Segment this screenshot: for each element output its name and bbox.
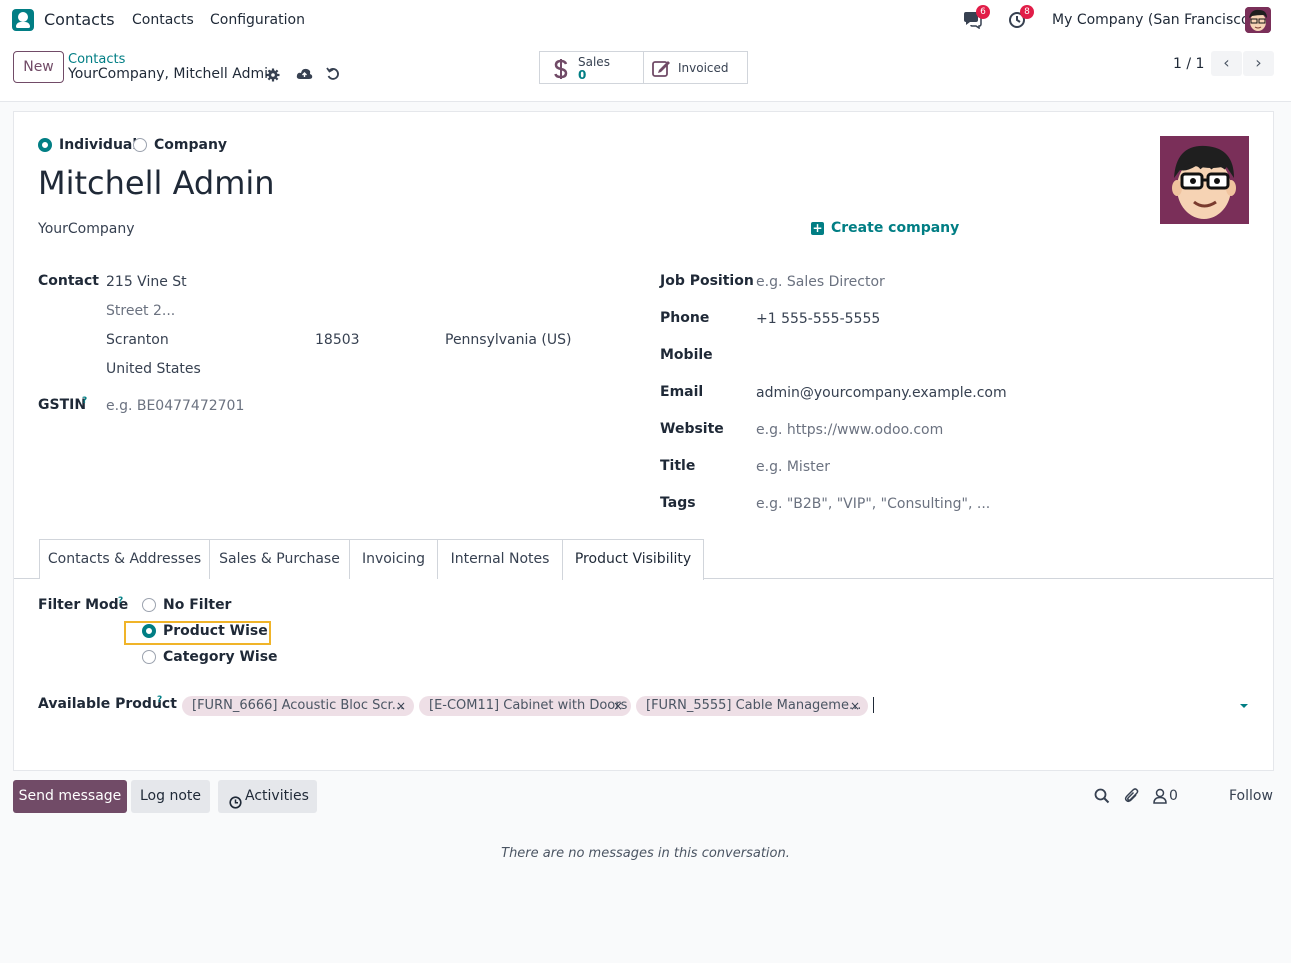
user-icon[interactable] (1153, 788, 1167, 808)
contact-name[interactable]: Mitchell Admin (38, 164, 275, 202)
remove-tag-icon[interactable]: × (396, 696, 406, 716)
tags-field[interactable]: e.g. "B2B", "VIP", "Consulting", ... (756, 496, 990, 512)
paperclip-icon[interactable] (1124, 787, 1140, 808)
title-field[interactable]: e.g. Mister (756, 459, 830, 475)
pager-value[interactable]: 1 / 1 (1173, 56, 1204, 72)
new-button[interactable]: New (13, 51, 64, 83)
sales-label: Sales (578, 55, 610, 69)
create-company-link[interactable]: Create company (831, 220, 959, 236)
dropdown-caret-icon[interactable] (1240, 704, 1248, 708)
product-tag: [FURN_6666] Acoustic Bloc Scr... (182, 696, 414, 716)
contact-avatar[interactable] (1160, 136, 1249, 224)
product-wise-label[interactable]: Product Wise (163, 623, 268, 639)
product-tag: [FURN_5555] Cable Manageme... (636, 696, 868, 716)
street-field[interactable]: 215 Vine St (106, 274, 187, 290)
search-icon[interactable] (1094, 788, 1110, 808)
menu-contacts[interactable]: Contacts (132, 12, 194, 28)
category-wise-label[interactable]: Category Wise (163, 649, 278, 665)
category-wise-radio[interactable] (142, 650, 156, 664)
remove-tag-icon[interactable]: × (850, 696, 860, 716)
title-label: Title (660, 458, 696, 474)
filter-mode-label: Filter Mode (38, 597, 129, 613)
city-field[interactable]: Scranton (106, 332, 169, 348)
gstin-help[interactable]: ? (82, 396, 87, 406)
tab-sales-purchase[interactable]: Sales & Purchase (209, 539, 350, 579)
followers-count[interactable]: 0 (1169, 788, 1178, 804)
tab-contacts-addresses[interactable]: Contacts & Addresses (39, 539, 210, 579)
send-message-button[interactable]: Send message (13, 780, 127, 813)
chevron-right-icon[interactable]: › (1243, 51, 1274, 76)
company-field[interactable]: YourCompany (38, 221, 135, 237)
address-label: Contact (38, 273, 99, 289)
tab-internal-notes[interactable]: Internal Notes (437, 539, 563, 579)
product-tag-label: [E-COM11] Cabinet with Doors (429, 698, 628, 713)
state-field[interactable]: Pennsylvania (US) (445, 332, 572, 348)
phone-field[interactable]: +1 555-555-5555 (756, 311, 880, 327)
dollar-icon (554, 58, 568, 84)
zip-field[interactable]: 18503 (315, 332, 360, 348)
activities-button[interactable]: Activities (218, 780, 317, 813)
follow-button[interactable]: Follow (1229, 788, 1273, 804)
user-avatar[interactable] (1245, 7, 1271, 33)
empty-conversation-message: There are no messages in this conversati… (501, 846, 790, 861)
type-company-label[interactable]: Company (154, 137, 227, 153)
type-individual-radio[interactable] (38, 138, 52, 152)
email-label: Email (660, 384, 704, 400)
remove-tag-icon[interactable]: × (613, 696, 623, 716)
phone-label: Phone (660, 310, 710, 326)
type-individual-label[interactable]: Individual (59, 137, 137, 153)
tags-label: Tags (660, 495, 696, 511)
website-field[interactable]: e.g. https://www.odoo.com (756, 422, 943, 438)
email-field[interactable]: admin@yourcompany.example.com (756, 385, 1007, 401)
menu-configuration[interactable]: Configuration (210, 12, 305, 28)
clock-circle-icon (229, 789, 242, 821)
form-sheet: Individual Company Mitchell Admin YourCo… (13, 111, 1274, 771)
product-tag: [E-COM11] Cabinet with Doors (419, 696, 631, 716)
product-tag-label: [FURN_6666] Acoustic Bloc Scr... (192, 698, 405, 713)
tab-invoicing[interactable]: Invoicing (349, 539, 438, 579)
company-switcher[interactable]: My Company (San Francisco) (1052, 12, 1255, 28)
gstin-field[interactable]: e.g. BE0477472701 (106, 398, 244, 414)
activities-label: Activities (245, 788, 309, 804)
sales-value: 0 (578, 68, 587, 82)
website-label: Website (660, 421, 724, 437)
country-field[interactable]: United States (106, 361, 201, 377)
product-input-cursor[interactable] (873, 697, 874, 713)
type-company-radio[interactable] (133, 138, 147, 152)
gstin-label: GSTIN (38, 397, 87, 413)
mobile-label: Mobile (660, 347, 713, 363)
activities-badge: 8 (1020, 5, 1034, 19)
product-wise-radio[interactable] (142, 624, 156, 638)
job-position-label: Job Position (660, 273, 754, 289)
job-position-field[interactable]: e.g. Sales Director (756, 274, 885, 290)
cloud-upload-icon[interactable] (296, 67, 313, 85)
invoice-icon (652, 59, 672, 81)
product-tag-label: [FURN_5555] Cable Manageme... (646, 698, 862, 713)
street2-field[interactable]: Street 2... (106, 303, 175, 319)
control-panel: New Contacts YourCompany, Mitchell Admin… (0, 40, 1291, 102)
clock-icon[interactable]: 8 (1008, 5, 1034, 29)
plus-square-icon: + (811, 221, 824, 235)
available-product-help[interactable]: ? (157, 695, 162, 705)
invoiced-label: Invoiced (678, 61, 729, 75)
tab-product-visibility[interactable]: Product Visibility (562, 539, 704, 580)
mobile-field[interactable] (756, 347, 1236, 367)
sales-smart-button[interactable]: Sales 0 (539, 51, 644, 84)
breadcrumb-current: YourCompany, Mitchell Admin (68, 66, 277, 82)
gear-icon[interactable] (266, 68, 280, 86)
top-navbar: Contacts Contacts Configuration 6 8 My C… (0, 0, 1291, 40)
log-note-button[interactable]: Log note (131, 780, 210, 813)
chevron-left-icon[interactable]: ‹ (1211, 51, 1242, 76)
undo-icon[interactable] (326, 67, 340, 85)
app-name[interactable]: Contacts (44, 10, 115, 29)
no-filter-label[interactable]: No Filter (163, 597, 231, 613)
invoiced-smart-button[interactable]: Invoiced (643, 51, 748, 84)
messages-badge: 6 (976, 5, 990, 19)
contacts-app-icon[interactable] (12, 9, 34, 31)
filter-mode-help[interactable]: ? (118, 596, 123, 606)
no-filter-radio[interactable] (142, 598, 156, 612)
breadcrumb-contacts[interactable]: Contacts (68, 52, 125, 67)
chat-icon[interactable]: 6 (962, 5, 990, 30)
